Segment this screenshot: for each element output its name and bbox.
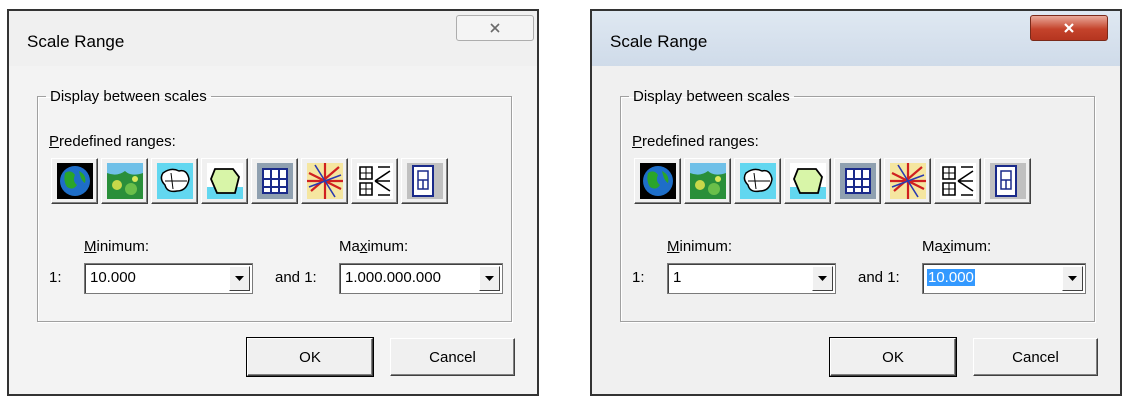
dialog-title: Scale Range (27, 32, 125, 51)
minimum-dropdown-button[interactable] (812, 266, 833, 291)
maximum-scale-combo[interactable]: 10.000 (922, 263, 1086, 294)
title-bar: Scale Range (592, 11, 1120, 66)
maximum-label: Maximum: (922, 238, 992, 255)
chevron-down-icon (485, 276, 494, 281)
neighborhood-map-icon (939, 163, 976, 199)
group-label: Display between scales (633, 88, 790, 105)
and-label: and 1: (275, 269, 317, 286)
chevron-down-icon (818, 276, 827, 281)
maximum-scale-combo[interactable]: 1.000.000.000 (339, 263, 503, 294)
dialog-body: Display between scales Predefined ranges… (592, 66, 1120, 394)
range-building-button[interactable] (984, 158, 1031, 204)
maximum-dropdown-button[interactable] (1062, 266, 1083, 291)
scale-range-dialog-active: Scale Range Display between scales Prede… (590, 9, 1122, 396)
cancel-button[interactable]: Cancel (973, 338, 1098, 376)
range-city-button[interactable] (251, 158, 298, 204)
predefined-range-buttons (51, 158, 448, 204)
range-world-button[interactable] (51, 158, 98, 204)
range-building-button[interactable] (401, 158, 448, 204)
range-street-button[interactable] (884, 158, 931, 204)
close-button[interactable] (1030, 15, 1108, 41)
and-label: and 1: (858, 269, 900, 286)
scale-range-dialog-inactive: Scale Range Display between scales Prede… (7, 9, 539, 396)
range-country-button[interactable] (151, 158, 198, 204)
building-plan-icon (989, 163, 1026, 199)
range-region-button[interactable] (201, 158, 248, 204)
street-map-icon (889, 163, 926, 199)
minimum-scale-combo[interactable]: 10.000 (84, 263, 253, 294)
minimum-scale-value: 10.000 (90, 269, 136, 286)
group-label: Display between scales (50, 88, 207, 105)
minimum-label: Minimum: (667, 238, 733, 255)
maximum-dropdown-button[interactable] (479, 266, 500, 291)
maximum-label: Maximum: (339, 238, 409, 255)
minimum-dropdown-button[interactable] (229, 266, 250, 291)
range-country-button[interactable] (734, 158, 781, 204)
continent-map-icon (106, 163, 143, 199)
predefined-ranges-label: Predefined ranges: (49, 133, 176, 150)
range-world-button[interactable] (634, 158, 681, 204)
range-city-button[interactable] (834, 158, 881, 204)
street-map-icon (306, 163, 343, 199)
ok-button[interactable]: OK (829, 337, 957, 377)
country-map-icon (739, 163, 776, 199)
range-continent-button[interactable] (101, 158, 148, 204)
minimum-prefix: 1: (49, 269, 62, 286)
neighborhood-map-icon (356, 163, 393, 199)
chevron-down-icon (235, 276, 244, 281)
region-map-icon (206, 163, 243, 199)
maximum-scale-value-selected: 10.000 (927, 269, 975, 286)
title-bar: Scale Range (9, 11, 537, 66)
dialog-title: Scale Range (610, 32, 708, 51)
range-street-button[interactable] (301, 158, 348, 204)
globe-icon (639, 163, 676, 199)
globe-icon (56, 163, 93, 199)
range-neighborhood-button[interactable] (351, 158, 398, 204)
ok-button[interactable]: OK (246, 337, 374, 377)
close-icon (1064, 23, 1074, 33)
city-map-icon (256, 163, 293, 199)
dialog-body: Display between scales Predefined ranges… (9, 66, 537, 394)
country-map-icon (156, 163, 193, 199)
minimum-prefix: 1: (632, 269, 645, 286)
range-continent-button[interactable] (684, 158, 731, 204)
continent-map-icon (689, 163, 726, 199)
building-plan-icon (406, 163, 443, 199)
range-neighborhood-button[interactable] (934, 158, 981, 204)
predefined-ranges-label: Predefined ranges: (632, 133, 759, 150)
predefined-range-buttons (634, 158, 1031, 204)
minimum-scale-combo[interactable]: 1 (667, 263, 836, 294)
close-button[interactable] (456, 15, 534, 41)
city-map-icon (839, 163, 876, 199)
maximum-scale-value: 1.000.000.000 (345, 269, 441, 286)
minimum-label: Minimum: (84, 238, 150, 255)
chevron-down-icon (1068, 276, 1077, 281)
close-icon (490, 23, 500, 33)
region-map-icon (789, 163, 826, 199)
range-region-button[interactable] (784, 158, 831, 204)
cancel-button[interactable]: Cancel (390, 338, 515, 376)
minimum-scale-value: 1 (673, 269, 682, 286)
